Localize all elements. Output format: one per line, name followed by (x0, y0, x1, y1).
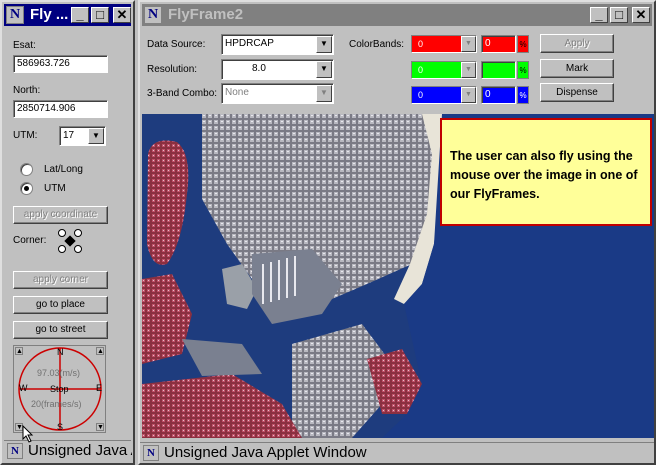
maximize-icon[interactable]: □ (610, 7, 628, 23)
radio-selected-dot (24, 186, 29, 191)
scroll-up-icon[interactable]: ▲ (15, 347, 23, 355)
maximize-icon[interactable]: □ (91, 7, 109, 23)
mouse-cursor-icon (22, 425, 34, 443)
flight-compass[interactable]: N S W E 97.03(m/s) Stop 20(frames/s) ▲ ▲… (13, 345, 106, 433)
utm-radio-label: UTM (44, 183, 66, 194)
easting-label: Esat: (13, 40, 36, 51)
applet-warning-icon: N (7, 443, 23, 459)
three-band-combo-value: None (225, 87, 249, 98)
close-icon[interactable]: ✕ (113, 7, 131, 23)
left-status-text: Unsigned Java Applet Window (28, 442, 132, 459)
utm-radio[interactable] (20, 182, 33, 195)
scroll-down-icon[interactable]: ▼ (96, 423, 104, 431)
go-to-place-button[interactable]: go to place (13, 296, 108, 314)
three-band-combo-select[interactable]: None ▼ (221, 83, 334, 104)
callout-text: The user can also fly using the mouse ov… (450, 149, 638, 201)
blue-band-level-input[interactable]: 0 (481, 86, 516, 104)
data-source-select[interactable]: HPDRCAP ▼ (221, 34, 334, 55)
go-to-street-button[interactable]: go to street (13, 321, 108, 339)
corner-selector-icon[interactable] (57, 228, 83, 254)
blue-band-value: 0 (418, 90, 424, 100)
dispense-button[interactable]: Dispense (540, 83, 614, 102)
colorbands-label: ColorBands: (349, 39, 405, 50)
compass-west-label: W (19, 383, 28, 393)
fly-control-window: N Fly ... _ □ ✕ Esat: 586963.726 North: … (0, 0, 135, 465)
corner-label: Corner: (13, 235, 47, 246)
red-band-level-input[interactable]: 0 (481, 35, 516, 53)
main-status-bar: N Unsigned Java Applet Window (140, 442, 654, 463)
netscape-logo-icon: N (144, 6, 162, 24)
mark-button[interactable]: Mark (540, 59, 614, 78)
info-callout: The user can also fly using the mouse ov… (440, 118, 652, 226)
data-source-label: Data Source: (147, 39, 206, 50)
utm-zone-select[interactable]: 17 ▼ (59, 126, 106, 146)
red-band-percent: % (517, 35, 529, 53)
resolution-select[interactable]: 8.0 ▼ (221, 59, 334, 80)
apply-button[interactable]: Apply (540, 34, 614, 53)
green-band-select[interactable]: 0 ▼ (411, 61, 477, 79)
green-band-value: 0 (418, 65, 424, 75)
chevron-down-icon[interactable]: ▼ (316, 61, 332, 78)
compass-north-label: N (57, 347, 64, 357)
latlong-label: Lat/Long (44, 164, 83, 175)
main-window-title: FlyFrame2 (168, 6, 244, 23)
scroll-up-icon[interactable]: ▲ (96, 347, 104, 355)
utm-zone-value: 17 (63, 130, 75, 141)
green-band-percent: % (517, 61, 529, 79)
applet-warning-icon: N (143, 445, 159, 461)
apply-coordinate-button[interactable]: apply coordinate (13, 206, 108, 224)
northing-input[interactable]: 2850714.906 (13, 100, 108, 118)
red-band-value: 0 (418, 39, 424, 49)
compass-east-label: E (96, 383, 103, 393)
main-title-bar[interactable]: N FlyFrame2 _ □ ✕ (142, 4, 652, 26)
blue-band-select[interactable]: 0 ▼ (411, 86, 477, 104)
data-source-value: HPDRCAP (225, 38, 274, 49)
netscape-logo-icon: N (6, 6, 24, 24)
resolution-label: Resolution: (147, 64, 198, 75)
chevron-down-icon[interactable]: ▼ (88, 128, 104, 144)
blue-band-percent: % (517, 86, 529, 104)
chevron-down-icon[interactable]: ▼ (461, 87, 476, 103)
northing-label: North: (13, 85, 41, 96)
speed-readout: 97.03(m/s) (37, 368, 81, 378)
close-icon[interactable]: ✕ (632, 7, 650, 23)
chevron-down-icon[interactable]: ▼ (316, 85, 332, 102)
minimize-icon[interactable]: _ (71, 7, 89, 23)
resolution-value: 8.0 (252, 63, 266, 74)
main-status-text: Unsigned Java Applet Window (164, 444, 367, 461)
minimize-icon[interactable]: _ (590, 7, 608, 23)
easting-input[interactable]: 586963.726 (13, 55, 108, 73)
compass-south-label: S (57, 422, 64, 432)
apply-corner-button[interactable]: apply corner (13, 271, 108, 289)
left-title-bar[interactable]: N Fly ... _ □ ✕ (4, 4, 131, 26)
chevron-down-icon[interactable]: ▼ (461, 62, 476, 78)
green-band-level-input[interactable] (481, 61, 516, 79)
three-band-combo-label: 3-Band Combo: (147, 88, 218, 99)
frame-rate-readout: 20(frames/s) (31, 399, 82, 409)
latlong-radio[interactable] (20, 163, 33, 176)
red-band-select[interactable]: 0 ▼ (411, 35, 477, 53)
utm-label: UTM: (13, 130, 38, 141)
left-status-bar: N Unsigned Java Applet Window (4, 440, 132, 461)
chevron-down-icon[interactable]: ▼ (316, 36, 332, 53)
chevron-down-icon[interactable]: ▼ (461, 36, 476, 52)
stop-button[interactable]: Stop (50, 384, 69, 394)
